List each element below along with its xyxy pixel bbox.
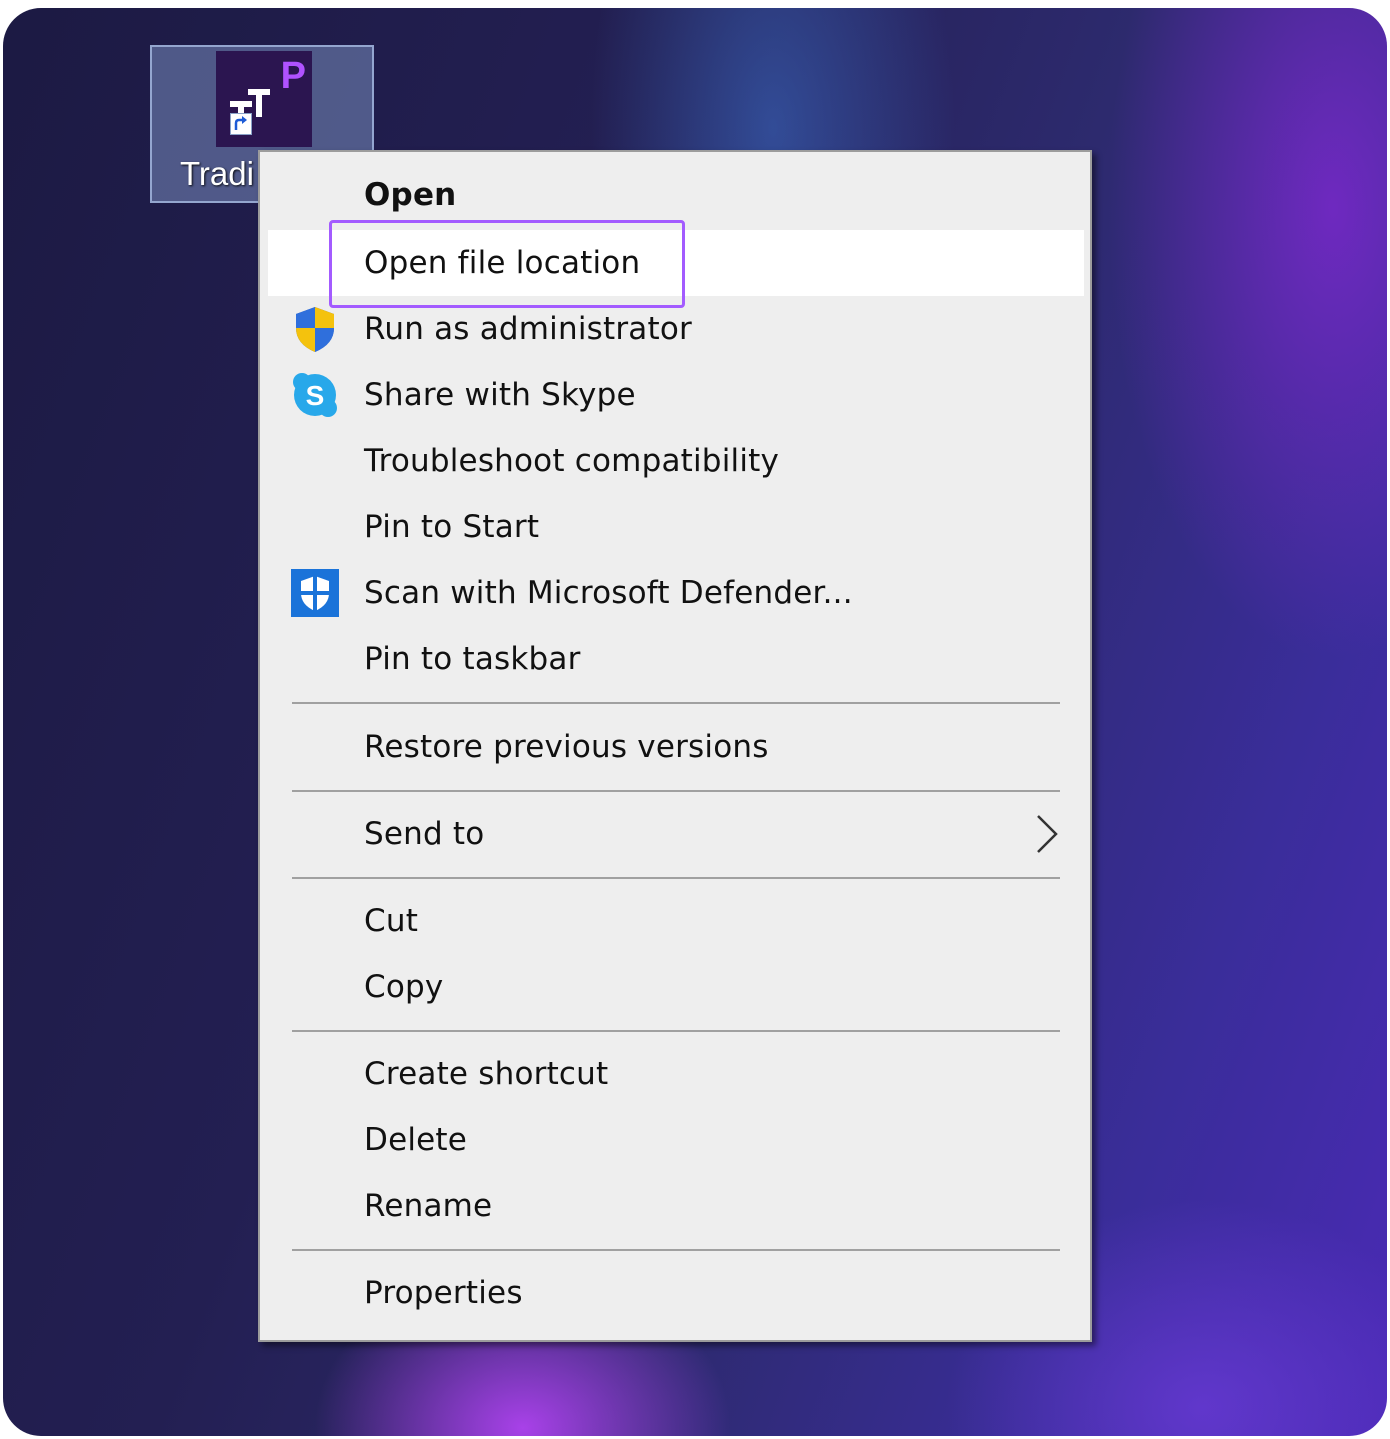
menu-item-share-with-skype[interactable]: S Share with Skype [268,362,1084,428]
desktop-background: P Tradi Open Open file location Run as a… [3,8,1387,1436]
svg-text:S: S [306,380,325,411]
menu-item-label: Pin to Start [364,509,540,545]
menu-item-label: Scan with Microsoft Defender... [364,575,853,611]
menu-item-pin-to-start[interactable]: Pin to Start [268,494,1084,560]
highlight-outline [329,220,685,308]
menu-item-label: Cut [364,903,419,939]
app-icon-badge: P [280,55,306,97]
menu-item-label: Open [364,177,457,213]
menu-separator [292,790,1060,792]
menu-item-label: Restore previous versions [364,729,769,765]
menu-item-scan-with-defender[interactable]: Scan with Microsoft Defender... [268,560,1084,626]
chevron-right-icon [1037,815,1058,853]
menu-item-copy[interactable]: Copy [268,954,1084,1020]
menu-item-label: Delete [364,1122,468,1158]
skype-icon: S [293,373,337,417]
menu-separator [292,877,1060,879]
menu-separator [292,1030,1060,1032]
menu-separator [292,702,1060,704]
menu-item-label: Send to [364,816,485,852]
menu-item-send-to[interactable]: Send to [268,801,1084,867]
menu-item-create-shortcut[interactable]: Create shortcut [268,1041,1084,1107]
menu-item-cut[interactable]: Cut [268,888,1084,954]
shortcut-label: Tradi [180,155,254,192]
trading-app-icon: P [216,51,312,147]
menu-item-label: Properties [364,1275,523,1311]
menu-item-troubleshoot-compatibility[interactable]: Troubleshoot compatibility [268,428,1084,494]
menu-item-properties[interactable]: Properties [268,1260,1084,1326]
menu-item-rename[interactable]: Rename [268,1173,1084,1239]
menu-item-label: Troubleshoot compatibility [364,443,780,479]
menu-item-delete[interactable]: Delete [268,1107,1084,1173]
menu-item-pin-to-taskbar[interactable]: Pin to taskbar [268,626,1084,692]
defender-shield-icon [291,569,339,617]
menu-item-label: Create shortcut [364,1056,609,1092]
uac-shield-icon [296,307,334,352]
shortcut-arrow-icon [230,113,252,135]
menu-item-open[interactable]: Open [268,162,1084,228]
menu-item-label: Copy [364,969,444,1005]
menu-item-label: Rename [364,1188,493,1224]
menu-separator [292,1249,1060,1251]
context-menu: Open Open file location Run as administr… [258,150,1092,1342]
menu-item-label: Pin to taskbar [364,641,581,677]
menu-item-restore-previous-versions[interactable]: Restore previous versions [268,714,1084,780]
menu-item-label: Share with Skype [364,377,636,413]
menu-item-label: Run as administrator [364,311,692,347]
